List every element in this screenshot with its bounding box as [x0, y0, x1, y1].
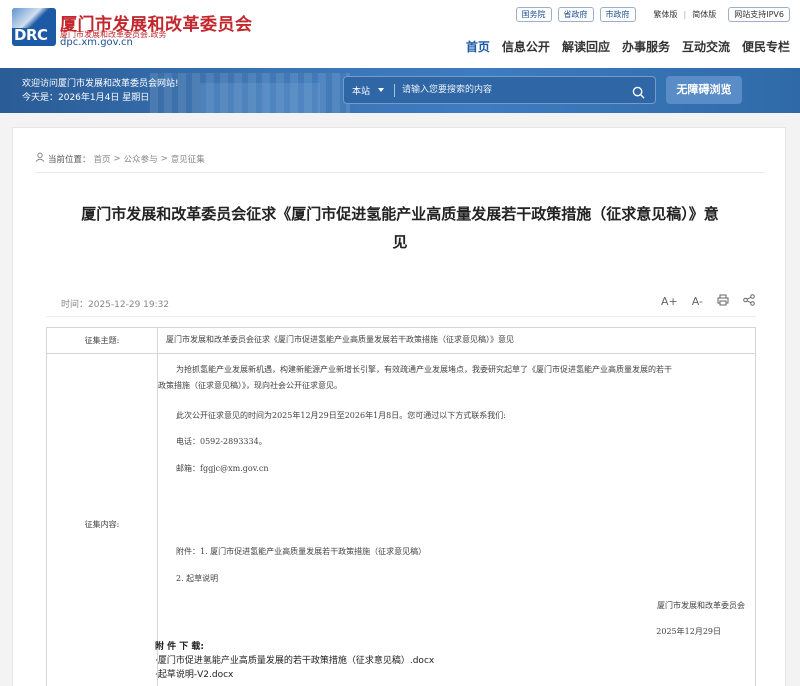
chevron-down-icon[interactable]: [378, 88, 384, 92]
publish-time: 时间：2025-12-29 19:32: [61, 300, 170, 310]
link-state-council[interactable]: 国务院: [515, 7, 552, 22]
signature-org: 厦门市发展和改革委员会: [657, 601, 745, 610]
attachment-1-text: 附件：1. 厦门市促进氢能产业高质量发展若干政策措施（征求意见稿）: [176, 547, 427, 556]
content-card: 当前位置： 首页 > 公众参与 > 意见征集 厦门市发展和改革委员会征求《厦门市…: [12, 127, 786, 686]
welcome-message: 欢迎访问厦门市发展和改革委员会网站!: [22, 79, 179, 89]
logo-text: DRC: [14, 26, 48, 44]
logo-wave-graphic: [12, 8, 56, 28]
welcome-text: 欢迎访问厦门市发展和改革委员会网站! 今天是：2026年1月4日 星期日: [22, 77, 179, 105]
site-domain: dpc.xm.gov.cn: [60, 37, 133, 48]
content-value: 为抢抓氢能产业发展新机遇，构建新能源产业新增长引擎，有效疏通产业发展堵点，我委研…: [158, 354, 755, 686]
breadcrumb-divider: [35, 172, 765, 173]
page-title: 厦门市发展和改革委员会征求《厦门市促进氢能产业高质量发展若干政策措施（征求意见稿…: [43, 200, 757, 256]
nav-info-disclosure[interactable]: 信息公开: [502, 38, 550, 55]
search-scope-select[interactable]: 本站: [352, 84, 370, 97]
search-box: 本站: [343, 76, 656, 104]
article-tools: A+ A-: [661, 294, 755, 309]
banner: 欢迎访问厦门市发展和改革委员会网站! 今天是：2026年1月4日 星期日 本站 …: [0, 68, 800, 113]
location-icon: [35, 152, 45, 165]
table-row-subject: 征集主题: 厦门市发展和改革委员会征求《厦门市促进氢能产业高质量发展若干政策措施…: [47, 328, 755, 354]
meta-divider: [46, 316, 756, 317]
site-logo[interactable]: DRC: [12, 8, 56, 46]
nav-convenience[interactable]: 便民专栏: [742, 38, 790, 55]
breadcrumb-public-participation[interactable]: 公众参与: [124, 153, 158, 165]
subject-value: 厦门市发展和改革委员会征求《厦门市促进氢能产业高质量发展若干政策措施（征求意见稿…: [166, 335, 514, 344]
lang-separator: |: [683, 10, 687, 19]
content-label: 征集内容:: [47, 354, 158, 686]
link-city-gov[interactable]: 市政府: [599, 7, 636, 22]
today-date: 今天是：2026年1月4日 星期日: [22, 93, 150, 103]
solicitation-table: 征集主题: 厦门市发展和改革委员会征求《厦门市促进氢能产业高质量发展若干政策措施…: [46, 327, 756, 686]
lang-simplified-link[interactable]: 简体版: [692, 9, 716, 20]
print-icon[interactable]: [717, 294, 729, 309]
downloads-header: 附 件 下 载:: [155, 642, 204, 652]
link-provincial-gov[interactable]: 省政府: [557, 7, 594, 22]
font-smaller-button[interactable]: A-: [692, 295, 703, 308]
search-divider: [394, 84, 395, 97]
lang-traditional-link[interactable]: 繁体版: [654, 9, 678, 20]
signature-date: 2025年12月29日: [656, 627, 721, 636]
top-links: 国务院 省政府 市政府 繁体版 | 简体版 网站支持IPV6: [515, 7, 790, 22]
search-icon[interactable]: [632, 84, 645, 103]
nav-services[interactable]: 办事服务: [622, 38, 670, 55]
table-row-content: 征集内容: 为抢抓氢能产业发展新机遇，构建新能源产业新增长引擎，有效疏通产业发展…: [47, 354, 755, 686]
search-input[interactable]: [402, 81, 622, 99]
contact-email: 邮箱：fggjc@xm.gov.cn: [176, 464, 269, 473]
ipv6-badge: 网站支持IPV6: [728, 7, 790, 22]
breadcrumb-label: 当前位置：: [48, 154, 91, 165]
paragraph-2: 此次公开征求意见的时间为2025年12月29日至2026年1月8日。您可通过以下…: [176, 411, 506, 420]
contact-phone: 电话：0592-2893334。: [176, 437, 267, 446]
breadcrumb-separator: >: [113, 153, 121, 164]
paragraph-1-line2: 政策措施（征求意见稿）》，现向社会公开征求意见。: [158, 381, 342, 390]
download-file-drafting-notes[interactable]: ·起草说明-V2.docx: [155, 668, 434, 682]
attachment-2-text: 2. 起草说明: [176, 574, 219, 583]
page-title-line2: 见: [392, 233, 408, 251]
banner-city-graphic-2: [200, 83, 320, 113]
downloads-section: 附 件 下 载: ·厦门市促进氢能产业高质量发展的若干政策措施（征求意见稿）.d…: [155, 640, 434, 682]
share-icon[interactable]: [743, 294, 755, 309]
main-nav: 首页 信息公开 解读回应 办事服务 互动交流 便民专栏: [466, 38, 790, 55]
download-file-policy-draft[interactable]: ·厦门市促进氢能产业高质量发展的若干政策措施（征求意见稿）.docx: [155, 654, 434, 668]
paragraph-1: 为抢抓氢能产业发展新机遇，构建新能源产业新增长引擎，有效疏通产业发展堵点，我委研…: [158, 362, 751, 394]
nav-home[interactable]: 首页: [466, 38, 490, 55]
page-title-line1: 厦门市发展和改革委员会征求《厦门市促进氢能产业高质量发展若干政策措施（征求意见稿…: [81, 205, 719, 223]
breadcrumb: 当前位置： 首页 > 公众参与 > 意见征集: [35, 152, 205, 165]
breadcrumb-separator: >: [160, 153, 168, 164]
nav-interpretation[interactable]: 解读回应: [562, 38, 610, 55]
subject-label: 征集主题:: [47, 328, 158, 353]
paragraph-1-line1: 为抢抓氢能产业发展新机遇，构建新能源产业新增长引擎，有效疏通产业发展堵点，我委研…: [176, 365, 672, 374]
breadcrumb-home[interactable]: 首页: [94, 153, 111, 165]
font-larger-button[interactable]: A+: [661, 295, 678, 308]
site-header: DRC 厦门市发展和改革委员会 厦门市发展和改革委员会.政务 dpc.xm.go…: [0, 0, 800, 68]
breadcrumb-solicitation[interactable]: 意见征集: [171, 153, 205, 165]
nav-interaction[interactable]: 互动交流: [682, 38, 730, 55]
accessibility-button[interactable]: 无障碍浏览: [666, 76, 742, 104]
